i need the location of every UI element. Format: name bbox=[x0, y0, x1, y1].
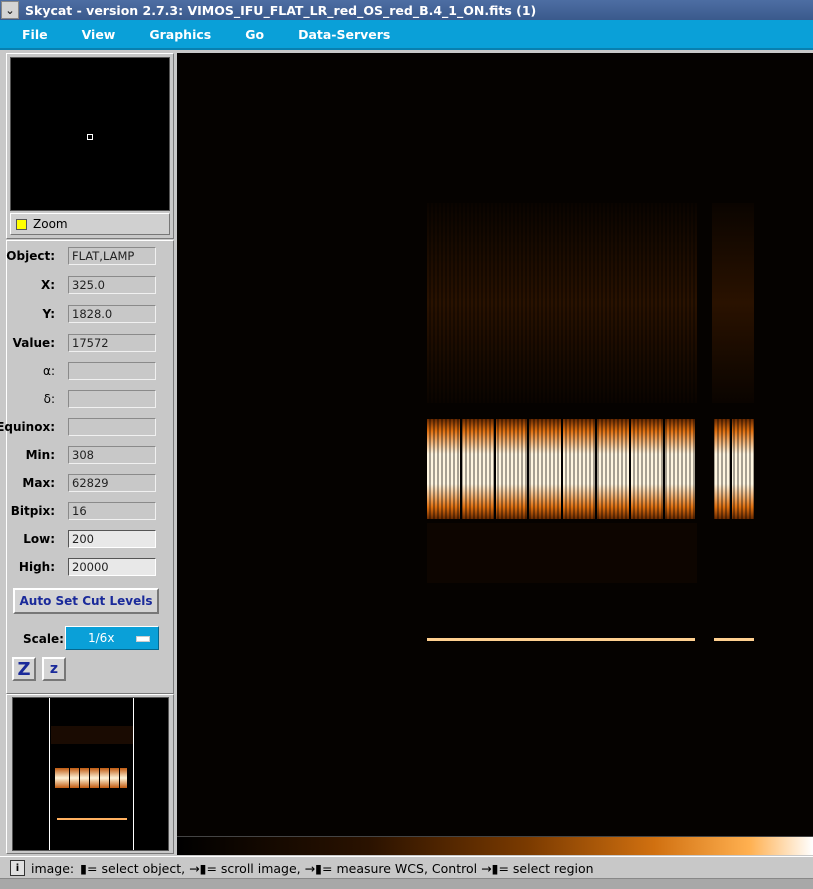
arrow-mouse-icon: →▮ bbox=[189, 860, 207, 876]
mouse-button-icon: ▮ bbox=[80, 860, 88, 876]
menu-graphics[interactable]: Graphics bbox=[149, 27, 211, 42]
row-x: X: 325.0 bbox=[7, 276, 167, 296]
row-min: Min: 308 bbox=[7, 446, 167, 466]
scale-value: 1/6x bbox=[88, 631, 115, 645]
zoom-panel: Zoom bbox=[6, 53, 174, 239]
zoom-window[interactable] bbox=[10, 57, 170, 211]
menu-view[interactable]: View bbox=[82, 27, 116, 42]
row-y: Y: 1828.0 bbox=[7, 305, 167, 325]
field-value: 17572 bbox=[68, 334, 156, 352]
low-cut-input[interactable]: 200 bbox=[68, 530, 156, 548]
window-titlebar: ⌄ Skycat - version 2.7.3: VIMOS_IFU_FLAT… bbox=[0, 0, 813, 20]
field-delta bbox=[68, 390, 156, 408]
menu-file[interactable]: File bbox=[22, 27, 48, 42]
label-high: High: bbox=[18, 560, 55, 574]
info-icon: i bbox=[10, 860, 25, 876]
label-bitpix: Bitpix: bbox=[10, 504, 55, 518]
image-info-panel: Object: FLAT,LAMP X: 325.0 Y: 1828.0 Val… bbox=[0, 240, 174, 694]
field-equinox bbox=[68, 418, 156, 436]
scale-label: Scale: bbox=[23, 632, 64, 646]
scale-select[interactable]: 1/6x bbox=[65, 626, 159, 650]
dropdown-arrow-icon bbox=[136, 636, 150, 642]
row-delta: δ: bbox=[7, 390, 167, 410]
high-cut-input[interactable]: 20000 bbox=[68, 558, 156, 576]
menu-go[interactable]: Go bbox=[245, 27, 264, 42]
bottom-border bbox=[0, 878, 813, 889]
fits-image-canvas bbox=[427, 203, 754, 641]
label-object: Object: bbox=[6, 249, 55, 263]
menu-data-servers[interactable]: Data-Servers bbox=[298, 27, 390, 42]
label-low: Low: bbox=[23, 532, 55, 546]
label-y: Y: bbox=[42, 307, 55, 321]
status-prefix: image: bbox=[31, 860, 75, 876]
field-bitpix: 16 bbox=[68, 502, 156, 520]
field-alpha bbox=[68, 362, 156, 380]
zoom-out-button[interactable]: z bbox=[42, 657, 66, 681]
zoom-toggle-button[interactable]: Zoom bbox=[10, 213, 170, 235]
arrow-mouse-icon-3: →▮ bbox=[481, 860, 499, 876]
status-text-3: = measure WCS, Control bbox=[322, 860, 478, 876]
row-bitpix: Bitpix: 16 bbox=[7, 502, 167, 522]
zoom-checkbox-icon bbox=[16, 218, 27, 230]
label-min: Min: bbox=[25, 448, 55, 462]
colormap-bar[interactable] bbox=[177, 836, 813, 855]
status-text-4: = select region bbox=[498, 860, 594, 876]
status-text-1: = select object, bbox=[87, 860, 186, 876]
image-display[interactable] bbox=[177, 53, 813, 836]
label-alpha: α: bbox=[43, 364, 55, 378]
window-title: Skycat - version 2.7.3: VIMOS_IFU_FLAT_L… bbox=[25, 2, 537, 18]
label-delta: δ: bbox=[43, 392, 55, 406]
row-low: Low: 200 bbox=[7, 530, 167, 550]
row-max: Max: 62829 bbox=[7, 474, 167, 494]
field-y: 1828.0 bbox=[68, 305, 156, 323]
arrow-mouse-icon-2: →▮ bbox=[304, 860, 322, 876]
status-text-2: = scroll image, bbox=[206, 860, 301, 876]
label-equinox: Equinox: bbox=[0, 420, 55, 434]
row-object: Object: FLAT,LAMP bbox=[6, 247, 167, 267]
row-value: Value: 17572 bbox=[7, 334, 167, 354]
label-value: Value: bbox=[12, 336, 55, 350]
label-x: X: bbox=[40, 278, 55, 292]
panner-thumbnail bbox=[49, 698, 134, 850]
field-x: 325.0 bbox=[68, 276, 156, 294]
control-panel: Zoom Object: FLAT,LAMP X: 325.0 Y: 1828.… bbox=[0, 53, 174, 854]
zoom-in-button[interactable]: Z bbox=[12, 657, 36, 681]
zoom-label: Zoom bbox=[33, 217, 68, 231]
auto-set-cut-levels-button[interactable]: Auto Set Cut Levels bbox=[13, 588, 159, 614]
label-max: Max: bbox=[22, 476, 55, 490]
field-max: 62829 bbox=[68, 474, 156, 492]
field-min: 308 bbox=[68, 446, 156, 464]
panner-window[interactable] bbox=[12, 697, 169, 851]
field-object: FLAT,LAMP bbox=[68, 247, 156, 265]
menu-bar: File View Graphics Go Data-Servers bbox=[0, 20, 813, 50]
row-equinox: Equinox: bbox=[0, 418, 167, 438]
zoom-cursor-marker bbox=[87, 134, 93, 140]
row-alpha: α: bbox=[7, 362, 167, 382]
chevron-down-icon[interactable]: ⌄ bbox=[1, 1, 19, 19]
status-bar: i image: ▮ = select object, →▮ = scroll … bbox=[0, 856, 813, 879]
row-high: High: 20000 bbox=[7, 558, 167, 578]
